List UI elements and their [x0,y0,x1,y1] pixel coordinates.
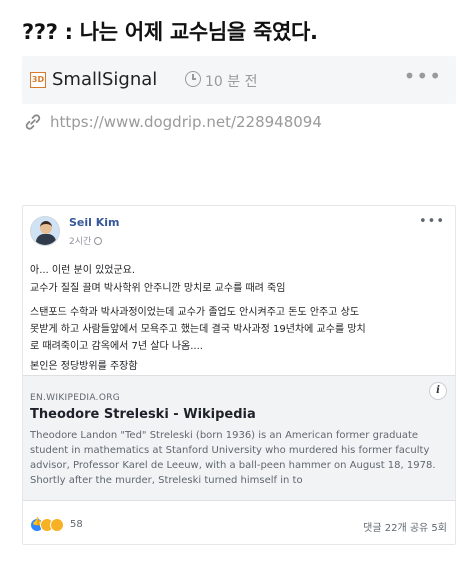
page-title: ??? : 나는 어제 교수님을 죽였다. [22,20,318,44]
sad-reaction-icon [50,518,64,532]
comments-shares[interactable]: 댓글 22개 공유 5회 [363,519,447,534]
site-name[interactable]: SmallSignal [52,69,157,90]
preview-description: Theodore Landon "Ted" Streleski (born 19… [30,430,436,486]
post-line: 본인은 정당방위를 주장함 [30,361,138,372]
facebook-post: Seil Kim 2시간 ••• 아... 이런 분이 있었군요. 교수가 질질… [22,205,456,545]
info-icon[interactable]: i [429,382,447,400]
post-meta: 2시간 [69,234,103,247]
site-logo-icon: 3D [30,72,46,88]
source-url[interactable]: https://www.dogdrip.net/228948094 [50,113,322,131]
post-line: 아... 이런 분이 있었군요. [30,265,136,276]
preview-domain: EN.WIKIPEDIA.ORG [30,393,121,403]
avatar[interactable] [30,216,60,246]
post-timestamp[interactable]: 2시간 [69,237,91,247]
link-preview[interactable]: i EN.WIKIPEDIA.ORG Theodore Streleski - … [23,375,455,501]
more-options-button[interactable]: ••• [404,64,442,88]
post-line: 교수가 질질 끌며 박사학위 안주니깐 망치로 교수를 때려 죽임 [30,283,286,294]
post-line: 로 때려죽이고 감옥에서 7년 살다 나옴.... [30,341,203,352]
post-line: 스탠포드 수학과 박사과정이었는데 교수가 졸업도 안시켜주고 돈도 안주고 상… [30,307,360,318]
post-line: 못받게 하고 사람들앞에서 모욕주고 했는데 결국 박사과정 19년차에 교수를… [30,324,366,335]
clock-icon [185,71,201,87]
post-more-button[interactable]: ••• [419,214,445,229]
globe-icon [94,237,103,245]
source-card: 3D SmallSignal 10 분 전 ••• [22,56,456,104]
link-icon [25,114,41,130]
post-time: 10 분 전 [205,74,258,90]
author-name[interactable]: Seil Kim [69,216,120,229]
preview-title[interactable]: Theodore Streleski - Wikipedia [30,407,256,422]
reaction-count[interactable]: 58 [70,519,83,530]
